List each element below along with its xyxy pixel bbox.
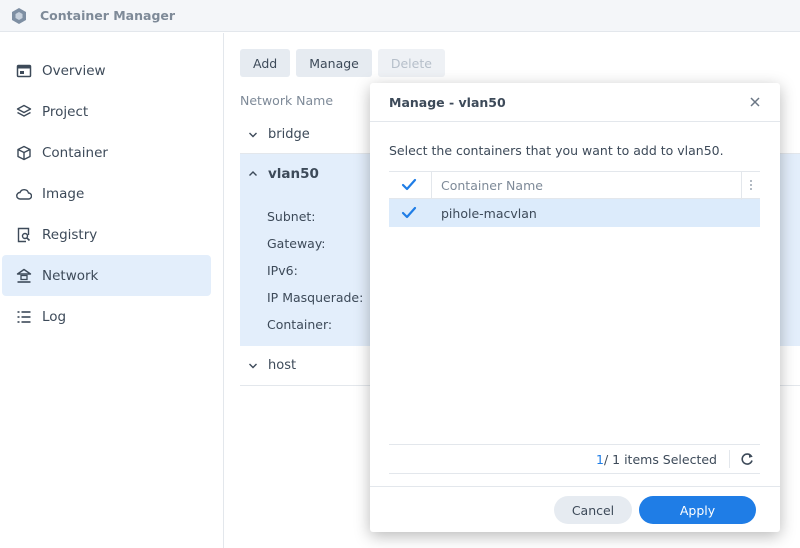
row-checkbox[interactable] bbox=[401, 205, 417, 221]
container-icon bbox=[17, 145, 31, 160]
grid-header: Container Name bbox=[389, 171, 760, 200]
sidebar-item-overview[interactable]: Overview bbox=[2, 50, 211, 91]
project-icon bbox=[16, 104, 32, 117]
container-name: pihole-macvlan bbox=[441, 205, 537, 221]
manage-network-dialog: Manage - vlan50 Select the containers th… bbox=[370, 83, 780, 532]
column-menu-icon[interactable] bbox=[746, 178, 756, 192]
overview-icon bbox=[16, 64, 32, 77]
sidebar-item-label: Registry bbox=[42, 226, 98, 243]
selection-status-bar: 1 / 1 items Selected bbox=[389, 444, 760, 474]
sidebar-item-network[interactable]: Network bbox=[2, 255, 211, 296]
sidebar: Overview Project Container Image Registr… bbox=[0, 33, 224, 548]
sidebar-item-container[interactable]: Container bbox=[2, 132, 211, 173]
chevron-down-icon bbox=[249, 363, 257, 368]
chevron-down-icon bbox=[249, 132, 257, 137]
container-manager-logo-icon bbox=[12, 7, 26, 24]
ip-masquerade-label: IP Masquerade: bbox=[267, 290, 364, 305]
network-name: bridge bbox=[268, 127, 310, 142]
container-grid: Container Name pihole-macvlan bbox=[389, 171, 760, 227]
sidebar-item-image[interactable]: Image bbox=[2, 173, 211, 214]
log-icon bbox=[17, 310, 31, 323]
title-bar: Container Manager bbox=[0, 0, 800, 32]
dialog-title: Manage - vlan50 bbox=[389, 94, 506, 110]
column-divider bbox=[741, 172, 742, 200]
sidebar-item-label: Image bbox=[42, 185, 85, 202]
delete-button[interactable]: Delete bbox=[377, 49, 445, 77]
network-expanded-header[interactable]: vlan50 bbox=[248, 166, 319, 182]
subnet-label: Subnet: bbox=[267, 209, 316, 224]
cancel-button[interactable]: Cancel bbox=[554, 496, 632, 524]
gateway-label: Gateway: bbox=[267, 236, 326, 251]
network-icon bbox=[16, 268, 32, 283]
sidebar-item-project[interactable]: Project bbox=[2, 91, 211, 132]
sidebar-item-label: Overview bbox=[42, 62, 106, 79]
app-title: Container Manager bbox=[40, 8, 176, 23]
sidebar-item-registry[interactable]: Registry bbox=[2, 214, 211, 255]
dialog-header: Manage - vlan50 bbox=[370, 83, 780, 122]
container-name-column-header[interactable]: Container Name bbox=[441, 178, 543, 193]
container-row[interactable]: pihole-macvlan bbox=[389, 199, 760, 227]
container-label: Container: bbox=[267, 317, 333, 332]
network-name: host bbox=[268, 358, 297, 373]
refresh-icon[interactable] bbox=[740, 452, 754, 466]
cloud-icon bbox=[16, 188, 32, 200]
apply-button[interactable]: Apply bbox=[639, 496, 756, 524]
manage-button[interactable]: Manage bbox=[296, 49, 372, 77]
sidebar-item-label: Container bbox=[42, 144, 108, 161]
sidebar-item-label: Project bbox=[42, 103, 89, 120]
chevron-up-icon bbox=[249, 171, 257, 176]
column-divider bbox=[431, 171, 432, 199]
selection-summary: / 1 items Selected bbox=[603, 451, 717, 467]
select-all-checkbox[interactable] bbox=[401, 177, 417, 193]
sidebar-item-label: Network bbox=[42, 267, 99, 284]
add-button[interactable]: Add bbox=[240, 49, 291, 77]
sidebar-item-log[interactable]: Log bbox=[2, 296, 211, 337]
selected-count: 1 bbox=[596, 451, 604, 467]
registry-icon bbox=[17, 227, 31, 242]
sidebar-item-label: Log bbox=[42, 308, 67, 325]
network-name: vlan50 bbox=[268, 166, 319, 182]
ipv6-label: IPv6: bbox=[267, 263, 298, 278]
divider bbox=[729, 450, 730, 468]
dialog-actions: Cancel Apply bbox=[370, 486, 780, 532]
dialog-instruction: Select the containers that you want to a… bbox=[389, 143, 724, 158]
toolbar: Add Manage Delete bbox=[240, 49, 445, 77]
close-icon[interactable] bbox=[748, 95, 762, 109]
